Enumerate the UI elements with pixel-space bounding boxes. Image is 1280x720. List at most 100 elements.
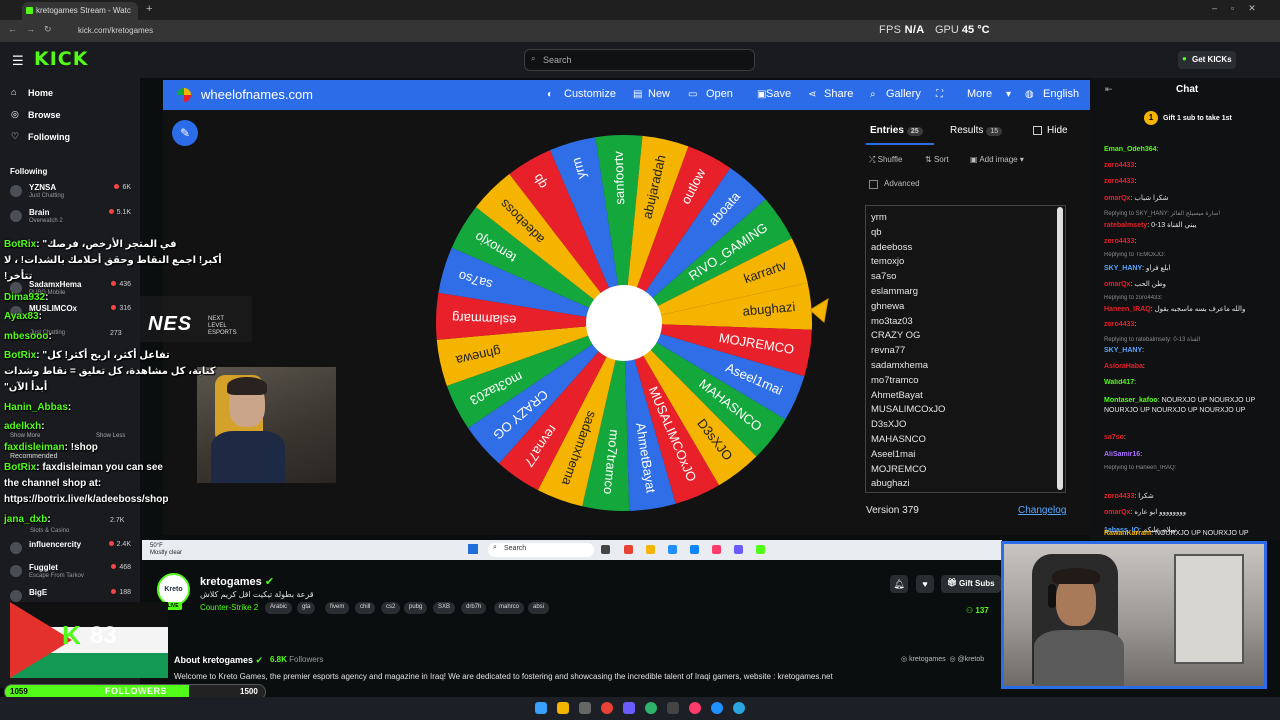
chat-username[interactable]: omarQx — [1104, 195, 1130, 202]
app-icon[interactable] — [667, 702, 679, 714]
social-link[interactable]: kretogames — [909, 656, 946, 663]
stream-tag[interactable]: cs2 — [381, 602, 401, 614]
shuffle-label: Shuffle — [877, 155, 903, 164]
gift-subs-button[interactable]: 🎁︎ Gift Subs — [941, 575, 1001, 593]
wheel-site-title[interactable]: wheelofnames.com — [201, 87, 313, 102]
browser-tab[interactable]: kretogames Stream - Watc — [22, 2, 138, 20]
stream-tag[interactable]: fivem — [325, 602, 350, 614]
stream-tag[interactable]: drb7h — [461, 602, 487, 614]
following-item[interactable]: YZNSA Just Chatting 6K — [10, 183, 134, 205]
collapse-chat-icon[interactable]: ⇤ — [1105, 84, 1113, 95]
wheel-menu-gallery[interactable]: Gallery — [886, 88, 921, 100]
stream-tag[interactable]: SXB — [433, 602, 456, 614]
stream-tag[interactable]: chill — [355, 602, 376, 614]
stream-tag[interactable]: Arabic — [265, 602, 293, 614]
taskview-icon[interactable] — [579, 702, 591, 714]
new-tab-icon[interactable]: + — [146, 3, 152, 15]
chat-username[interactable]: sa7so — [1104, 434, 1124, 441]
forward-icon[interactable]: → — [26, 24, 35, 34]
following-item[interactable]: Fugglet Escape From Tarkov 468 — [10, 563, 134, 585]
advanced-checkbox[interactable] — [869, 180, 878, 189]
social-link[interactable]: @kretob — [958, 656, 985, 663]
wheel-menu-new[interactable]: New — [648, 88, 670, 100]
followers-count: 6.8K Followers — [270, 655, 323, 664]
overlay-chat-line: BotRix: "تفاعل أكثر، اربح أكثر! كل — [4, 350, 170, 361]
kick-logo[interactable]: KICK — [34, 48, 88, 70]
following-item[interactable]: influencercity 2.4K — [10, 540, 134, 562]
stream-tag[interactable]: gta — [297, 602, 316, 614]
chat-username[interactable]: SKY_HANY — [1104, 265, 1142, 272]
wheel-menu-customize[interactable]: Customize — [564, 88, 616, 100]
chat-username[interactable]: zoro4433 — [1104, 493, 1134, 500]
chat-username[interactable]: zoro4433 — [1104, 321, 1134, 328]
chat-username[interactable]: Montaser_kafoo — [1104, 397, 1158, 404]
file-explorer-icon[interactable] — [557, 702, 569, 714]
wheel-center-button[interactable] — [586, 285, 662, 361]
get-kicks-button[interactable]: ● Get KICKs — [1178, 51, 1236, 69]
chrome-icon[interactable] — [601, 702, 613, 714]
wheel-menu-english[interactable]: English — [1043, 88, 1079, 100]
following-item[interactable]: Brain Overwatch 2 5.1K — [10, 208, 134, 230]
edge-icon[interactable] — [711, 702, 723, 714]
image-icon: ▣ — [970, 155, 980, 164]
url-field[interactable]: kick.com/kretogames — [62, 24, 842, 38]
tab-results[interactable]: Results 15 — [950, 125, 1003, 136]
chat-username[interactable]: RawanKarram — [1104, 530, 1151, 537]
add-image-button[interactable]: ▣ Add image ▾ — [970, 155, 1024, 164]
wheel-logo-icon[interactable] — [173, 84, 195, 106]
nav-item-browse[interactable]: Browse — [28, 110, 61, 120]
wheel-menu-share[interactable]: Share — [824, 88, 853, 100]
chat-username[interactable]: omarQx — [1104, 281, 1130, 288]
shuffle-button[interactable]: ⤮ Shuffle — [869, 155, 902, 165]
wheel-menu-more[interactable]: More — [967, 88, 992, 100]
chat-username[interactable]: Haneen_IRAQ — [1104, 306, 1151, 313]
show-less-link[interactable]: Show Less — [96, 433, 125, 439]
following-item[interactable]: BigE 188 — [10, 588, 134, 610]
entries-scrollbar[interactable] — [1057, 207, 1063, 490]
wheel-menu-open[interactable]: Open — [706, 88, 733, 100]
chat-username[interactable]: SKY_HANY — [1104, 347, 1142, 354]
stream-category[interactable]: Counter-Strike 2 — [200, 603, 258, 612]
palette-icon: ◐ — [547, 89, 554, 100]
notification-bell-icon[interactable]: 🔔︎ — [890, 575, 908, 593]
back-icon[interactable]: ← — [8, 24, 17, 34]
chat-username[interactable]: omarQx — [1104, 509, 1130, 516]
search-input[interactable]: ⌕ Search — [524, 49, 755, 71]
chat-text: : وووووووو ابو عاره — [1130, 509, 1187, 516]
chat-username[interactable]: zoro4433 — [1104, 178, 1134, 185]
stream-tag[interactable]: absi — [528, 602, 550, 614]
follow-heart-icon[interactable]: ♥ — [916, 575, 934, 593]
channel-name[interactable]: kretogames ✔ — [200, 575, 274, 588]
changelog-link[interactable]: Changelog — [1018, 505, 1066, 516]
chat-username[interactable]: Walid417 — [1104, 379, 1134, 386]
windows-start-icon[interactable] — [535, 702, 547, 714]
chat-username[interactable]: zoro4433 — [1104, 162, 1134, 169]
overlay-chat-text: "أبدأ الآن — [4, 382, 48, 393]
chat-username[interactable]: AsloraHaba — [1104, 363, 1143, 370]
wheel-menu-save[interactable]: Save — [766, 88, 791, 100]
show-more-link[interactable]: Show More — [10, 433, 40, 439]
gift-sub-prompt[interactable]: Gift 1 sub to take 1st — [1163, 115, 1232, 122]
chat-username[interactable]: AliSamir16 — [1104, 451, 1140, 458]
opera-icon[interactable] — [689, 702, 701, 714]
nav-item-home[interactable]: Home — [28, 88, 53, 98]
tab-entries[interactable]: Entries 25 — [870, 125, 923, 136]
reload-icon[interactable]: ↻ — [44, 24, 52, 35]
chat-text: : والله ماعرف بسه ماسجبه بقول — [1150, 306, 1246, 313]
telegram-icon[interactable] — [733, 702, 745, 714]
nav-item-following[interactable]: Following — [28, 132, 70, 142]
chat-username[interactable]: Eman_Odeh364 — [1104, 146, 1157, 153]
hamburger-menu-icon[interactable]: ☰ — [12, 53, 24, 69]
edit-pencil-icon[interactable]: ✎ — [172, 120, 198, 146]
sort-button[interactable]: ⇅ Sort — [925, 155, 949, 164]
browser-icon[interactable] — [645, 702, 657, 714]
hide-checkbox[interactable] — [1033, 126, 1042, 135]
discord-icon[interactable] — [623, 702, 635, 714]
stream-tag[interactable]: mahrco — [494, 602, 525, 614]
chat-username[interactable]: zoro4433 — [1104, 238, 1134, 245]
window-controls-icon[interactable]: –▫✕ — [1212, 3, 1270, 14]
chat-username[interactable]: ratebalmsety — [1104, 222, 1147, 229]
wheel-of-names[interactable]: abughaziMOJREMCOAseel1maiMAHASNCOD3sXJOM… — [430, 130, 830, 520]
stream-tag[interactable]: pubg — [404, 602, 428, 614]
viewer-count: ⚇ 137 — [966, 606, 989, 615]
